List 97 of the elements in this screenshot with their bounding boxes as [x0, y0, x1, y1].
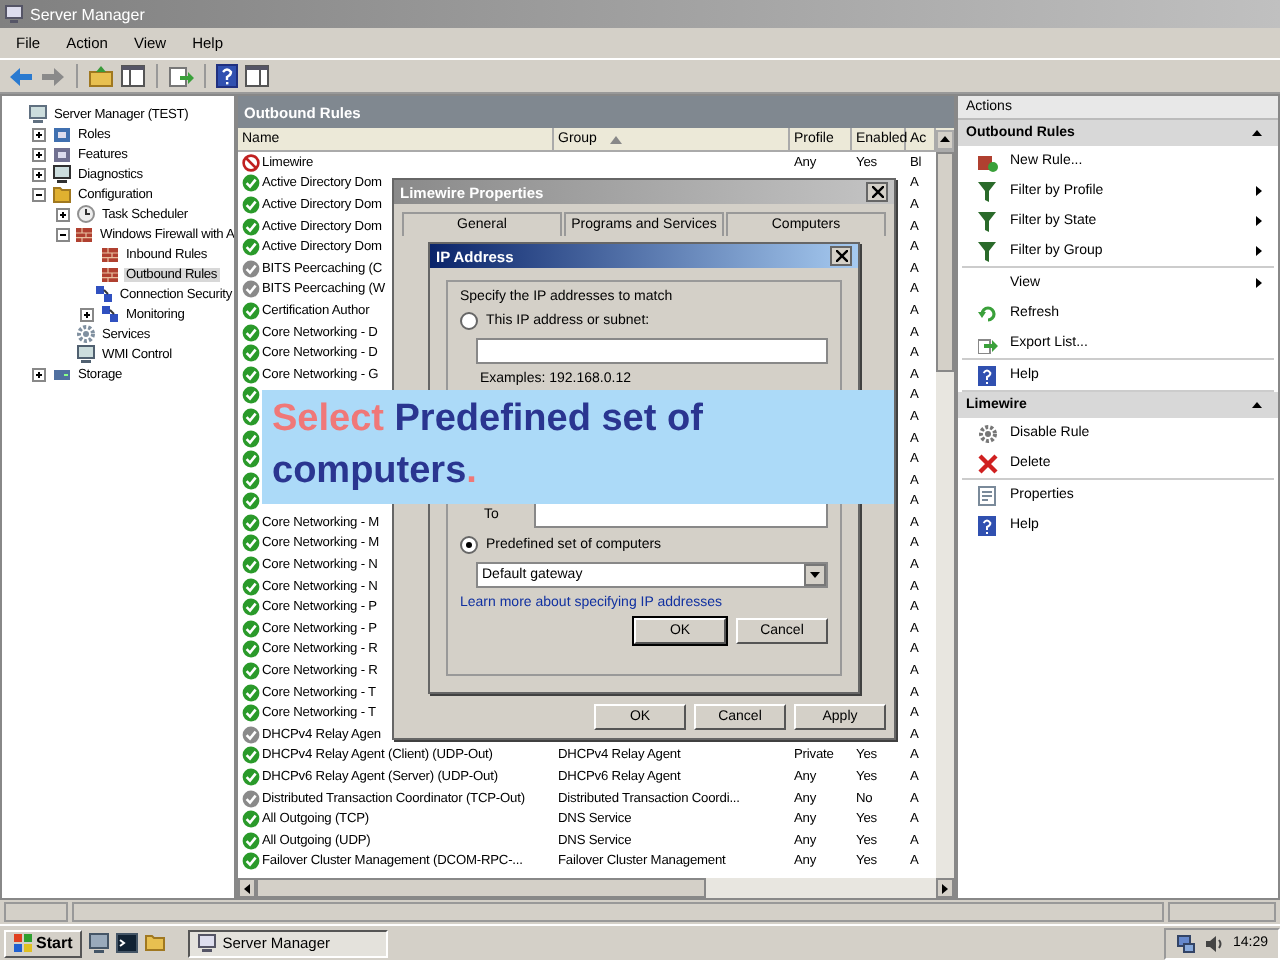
input-field[interactable]: [476, 338, 828, 364]
delete-icon: [978, 453, 998, 473]
check-icon: [242, 344, 260, 363]
terminal-icon[interactable]: [116, 932, 139, 954]
action-pane-icon[interactable]: [244, 64, 270, 88]
folder-icon: [52, 184, 72, 204]
check-icon: [242, 619, 260, 638]
blocked-icon: [242, 153, 260, 172]
check-icon: [242, 492, 260, 511]
scrollbar-thumb[interactable]: [936, 152, 954, 372]
expand-toggle-icon[interactable]: [56, 227, 70, 241]
scroll-up-button[interactable]: [936, 129, 954, 149]
scroll-right-button[interactable]: [936, 878, 954, 898]
check-icon: [242, 789, 260, 808]
check-icon: [242, 746, 260, 765]
collapse-icon[interactable]: [1252, 402, 1262, 408]
check-icon: [242, 301, 260, 320]
expand-toggle-icon[interactable]: [32, 127, 46, 141]
check-icon: [242, 534, 260, 553]
check-icon: [242, 556, 260, 575]
check-icon: [242, 217, 260, 236]
help-icon: [978, 515, 996, 535]
refresh-icon: [978, 303, 998, 323]
close-button[interactable]: [830, 246, 852, 266]
check-icon: [242, 640, 260, 659]
sort-arrow-icon: [610, 136, 622, 144]
up-arrow-icon: [940, 136, 950, 142]
dropdown-button[interactable]: [804, 564, 826, 586]
check-icon: [242, 810, 260, 829]
export-icon: [978, 333, 998, 353]
computer-icon: [76, 344, 96, 364]
status-bar-panel: [4, 902, 68, 922]
gear-icon: [76, 324, 96, 344]
check-icon: [242, 365, 260, 384]
expand-toggle-icon[interactable]: [32, 147, 46, 161]
check-icon: [242, 598, 260, 617]
computer-icon: [28, 104, 48, 124]
check-icon: [242, 429, 260, 448]
check-icon: [242, 407, 260, 426]
scroll-left-button[interactable]: [238, 878, 256, 898]
computer-icon: [52, 164, 72, 184]
network-icon[interactable]: [1176, 933, 1197, 953]
check-icon: [242, 259, 260, 278]
left-arrow-icon: [244, 883, 250, 893]
network-icon: [93, 284, 114, 304]
check-icon: [242, 852, 260, 871]
radio-button[interactable]: [460, 536, 478, 554]
box-icon: [52, 144, 72, 164]
expand-toggle-icon[interactable]: [80, 307, 94, 321]
check-icon: [242, 725, 260, 744]
check-icon: [242, 195, 260, 214]
back-arrow-icon[interactable]: [8, 65, 34, 87]
brick-wall-icon: [100, 264, 120, 284]
right-arrow-icon: [942, 883, 948, 893]
radio-button[interactable]: [460, 312, 478, 330]
check-icon: [242, 577, 260, 596]
input-field[interactable]: [534, 502, 828, 528]
expand-toggle-icon[interactable]: [32, 367, 46, 381]
window-title: Server Manager: [30, 5, 145, 23]
collapse-icon[interactable]: [1252, 130, 1262, 136]
help-icon: [978, 365, 996, 385]
check-icon: [242, 683, 260, 702]
computer-icon[interactable]: [88, 932, 111, 954]
box-icon: [52, 124, 72, 144]
brick-wall-icon: [100, 244, 120, 264]
network-icon: [100, 304, 120, 324]
scrollbar-thumb[interactable]: [256, 878, 706, 898]
windows-logo-icon: [14, 934, 32, 952]
status-bar-panel: [1168, 902, 1276, 922]
check-icon: [242, 238, 260, 257]
instruction-text: Select Predefined set of computers.: [272, 396, 705, 496]
check-icon: [242, 280, 260, 299]
computer-icon: [198, 934, 217, 952]
check-icon: [242, 174, 260, 193]
help-icon[interactable]: [216, 64, 238, 88]
check-icon: [242, 450, 260, 469]
expand-toggle-icon[interactable]: [32, 167, 46, 181]
check-icon: [242, 831, 260, 850]
expand-toggle-icon[interactable]: [32, 187, 46, 201]
expand-toggle-icon[interactable]: [56, 207, 70, 221]
export-icon[interactable]: [168, 64, 194, 88]
check-icon: [242, 471, 260, 490]
document-icon: [978, 485, 996, 505]
down-arrow-icon: [810, 572, 820, 578]
check-icon: [242, 513, 260, 532]
start-button[interactable]: Start: [4, 929, 83, 957]
check-icon: [242, 704, 260, 723]
check-icon: [242, 768, 260, 787]
speaker-icon[interactable]: [1204, 933, 1225, 953]
check-icon: [242, 386, 260, 405]
check-icon: [242, 662, 260, 681]
brick-wall-icon: [74, 224, 94, 244]
check-icon: [242, 323, 260, 342]
tree-pane-icon[interactable]: [120, 64, 146, 88]
gear-icon: [978, 423, 998, 443]
clock-icon: [76, 204, 96, 224]
computer-icon: [4, 4, 24, 24]
